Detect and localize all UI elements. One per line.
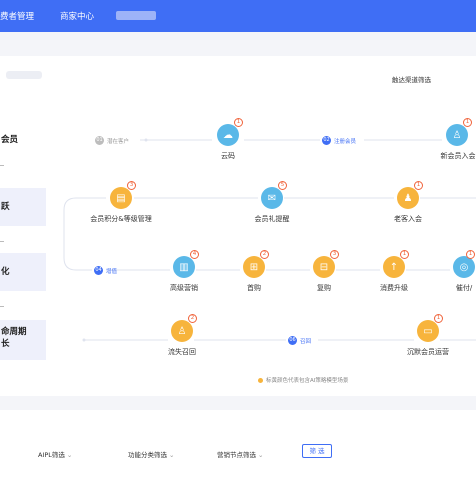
node-label-member-gift[interactable]: 会员礼提醒	[255, 214, 290, 224]
marketing-node-filter[interactable]: 营销节点筛选 ⌄	[217, 449, 263, 459]
upgrade-icon[interactable]: ↑	[383, 256, 405, 278]
top-navigation-bar: 费者管理 商家中心	[0, 0, 476, 32]
node-badge: 3	[330, 250, 339, 259]
gift-icon[interactable]: ✉	[261, 187, 283, 209]
node-label-silent-member[interactable]: 沉默会员运营	[407, 347, 449, 357]
node-badge: 2	[260, 250, 269, 259]
node-label-advanced-marketing[interactable]: 高级营销	[170, 283, 198, 293]
node-badge: 1	[466, 250, 475, 259]
stage-number: 06	[288, 336, 297, 345]
returning-user-icon[interactable]: ♟	[397, 187, 419, 209]
stage-label: 召回	[300, 338, 312, 345]
chevron-down-icon: ⌄	[169, 451, 175, 459]
node-badge: 5	[278, 181, 287, 190]
node-badge: 3	[127, 181, 136, 190]
node-badge: 1	[234, 118, 243, 127]
cart-icon[interactable]: ⊞	[243, 256, 265, 278]
filter-label: 营销节点筛选	[217, 451, 256, 459]
filter-label: AIPL筛选	[38, 451, 65, 459]
bell-icon[interactable]: ◎	[453, 256, 475, 278]
user-add-icon[interactable]: ♙	[446, 124, 468, 146]
nav-consumer-management[interactable]: 费者管理	[0, 10, 34, 22]
stage-label: 注册会员	[334, 138, 357, 145]
stage-label: 潜在客户	[107, 138, 130, 145]
stage-label: 增值	[106, 268, 118, 275]
cloud-icon[interactable]: ☁	[217, 124, 239, 146]
recall-icon[interactable]: ♙	[171, 320, 193, 342]
stage-value-add: 04 增值	[94, 266, 117, 275]
chevron-down-icon: ⌄	[66, 451, 73, 459]
stage-number: 04	[94, 266, 103, 275]
points-icon[interactable]: ▤	[110, 187, 132, 209]
legend-dot	[258, 377, 263, 383]
node-badge: 2	[188, 314, 197, 323]
stage-number: 01	[95, 136, 104, 145]
chevron-down-icon: ⌄	[258, 451, 264, 459]
node-badge: 1	[434, 314, 443, 323]
node-badge: 1	[400, 250, 409, 259]
node-label-churn-recall[interactable]: 流失召回	[168, 347, 196, 357]
factory-icon[interactable]: ▥	[173, 256, 195, 278]
legend: 标黄颜色代表包含AI策略模型场景	[258, 376, 348, 384]
bottom-filter-bar	[0, 410, 476, 477]
node-label-returning-member[interactable]: 老客入会	[394, 214, 422, 224]
filter-button[interactable]: 筛 选	[302, 444, 332, 458]
stage-recall: 06 召回	[288, 336, 311, 345]
node-label-cloud-code[interactable]: 云码	[221, 151, 235, 161]
stage-potential-customer: 01 潜在客户	[95, 136, 129, 145]
stage-number: 02	[322, 136, 331, 145]
bag-icon[interactable]: ⊟	[313, 256, 335, 278]
nav-merchant-center[interactable]: 商家中心	[60, 10, 94, 22]
message-icon[interactable]: ▭	[417, 320, 439, 342]
node-label-points-level[interactable]: 会员积分&等级管理	[90, 214, 151, 224]
node-label-repurchase[interactable]: 复购	[317, 283, 331, 293]
node-label-first-purchase[interactable]: 首购	[247, 283, 261, 293]
node-badge: 1	[463, 118, 472, 127]
node-badge: 1	[414, 181, 423, 190]
node-label-payment-reminder[interactable]: 催付/	[456, 283, 472, 293]
node-badge: 4	[190, 250, 199, 259]
aipl-filter[interactable]: AIPL筛选 ⌄	[38, 449, 72, 459]
filter-label: 功能分类筛选	[128, 451, 167, 459]
stage-registered-member: 02 注册会员	[322, 136, 356, 145]
redacted-nav-item[interactable]	[116, 11, 156, 20]
legend-text: 标黄颜色代表包含AI策略模型场景	[266, 378, 349, 384]
node-label-new-member[interactable]: 新会员入会	[441, 151, 476, 161]
function-category-filter[interactable]: 功能分类筛选 ⌄	[128, 449, 174, 459]
node-label-consumption-upgrade[interactable]: 消费升级	[380, 283, 408, 293]
